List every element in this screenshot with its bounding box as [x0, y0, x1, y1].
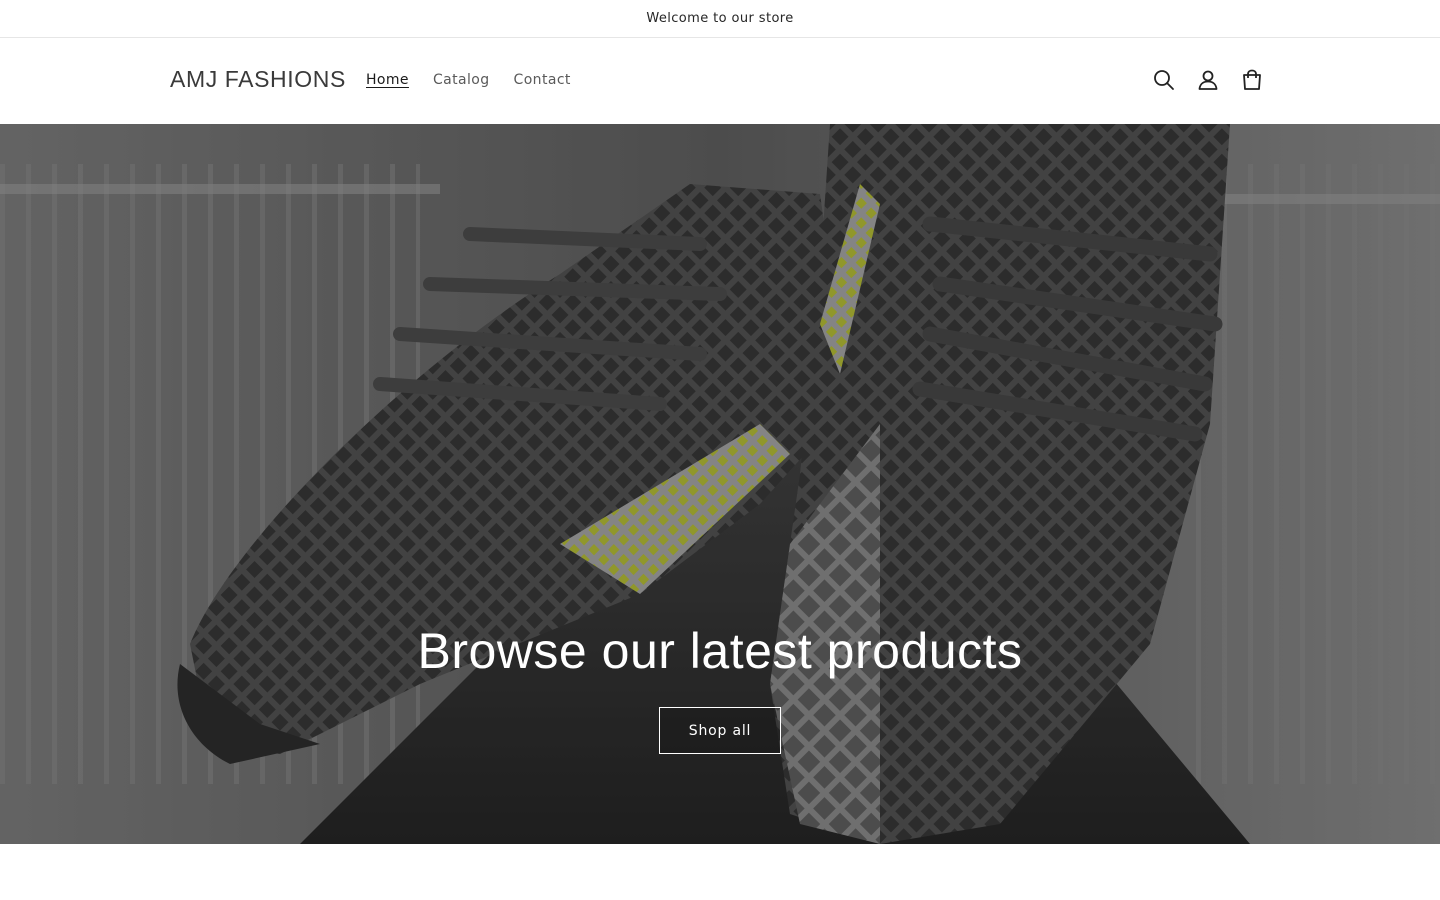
cart-icon	[1243, 69, 1261, 90]
account-button[interactable]	[1192, 64, 1224, 96]
main-nav: Home Catalog Contact	[366, 72, 595, 88]
announcement-text: Welcome to our store	[646, 11, 794, 26]
search-icon	[1154, 70, 1174, 90]
site-header: AMJ FASHIONS Home Catalog Contact	[0, 38, 1440, 124]
hero-banner: Browse our latest products Shop all	[0, 124, 1440, 844]
search-button[interactable]	[1148, 64, 1180, 96]
nav-catalog[interactable]: Catalog	[433, 72, 490, 88]
announcement-bar: Welcome to our store	[0, 0, 1440, 38]
shop-all-button[interactable]: Shop all	[659, 707, 781, 754]
nav-contact[interactable]: Contact	[514, 72, 571, 88]
nav-home[interactable]: Home	[366, 72, 409, 88]
cart-button[interactable]	[1236, 64, 1268, 96]
hero-title: Browse our latest products	[417, 623, 1023, 679]
account-icon	[1198, 70, 1218, 90]
store-logo[interactable]: AMJ FASHIONS	[170, 66, 346, 93]
